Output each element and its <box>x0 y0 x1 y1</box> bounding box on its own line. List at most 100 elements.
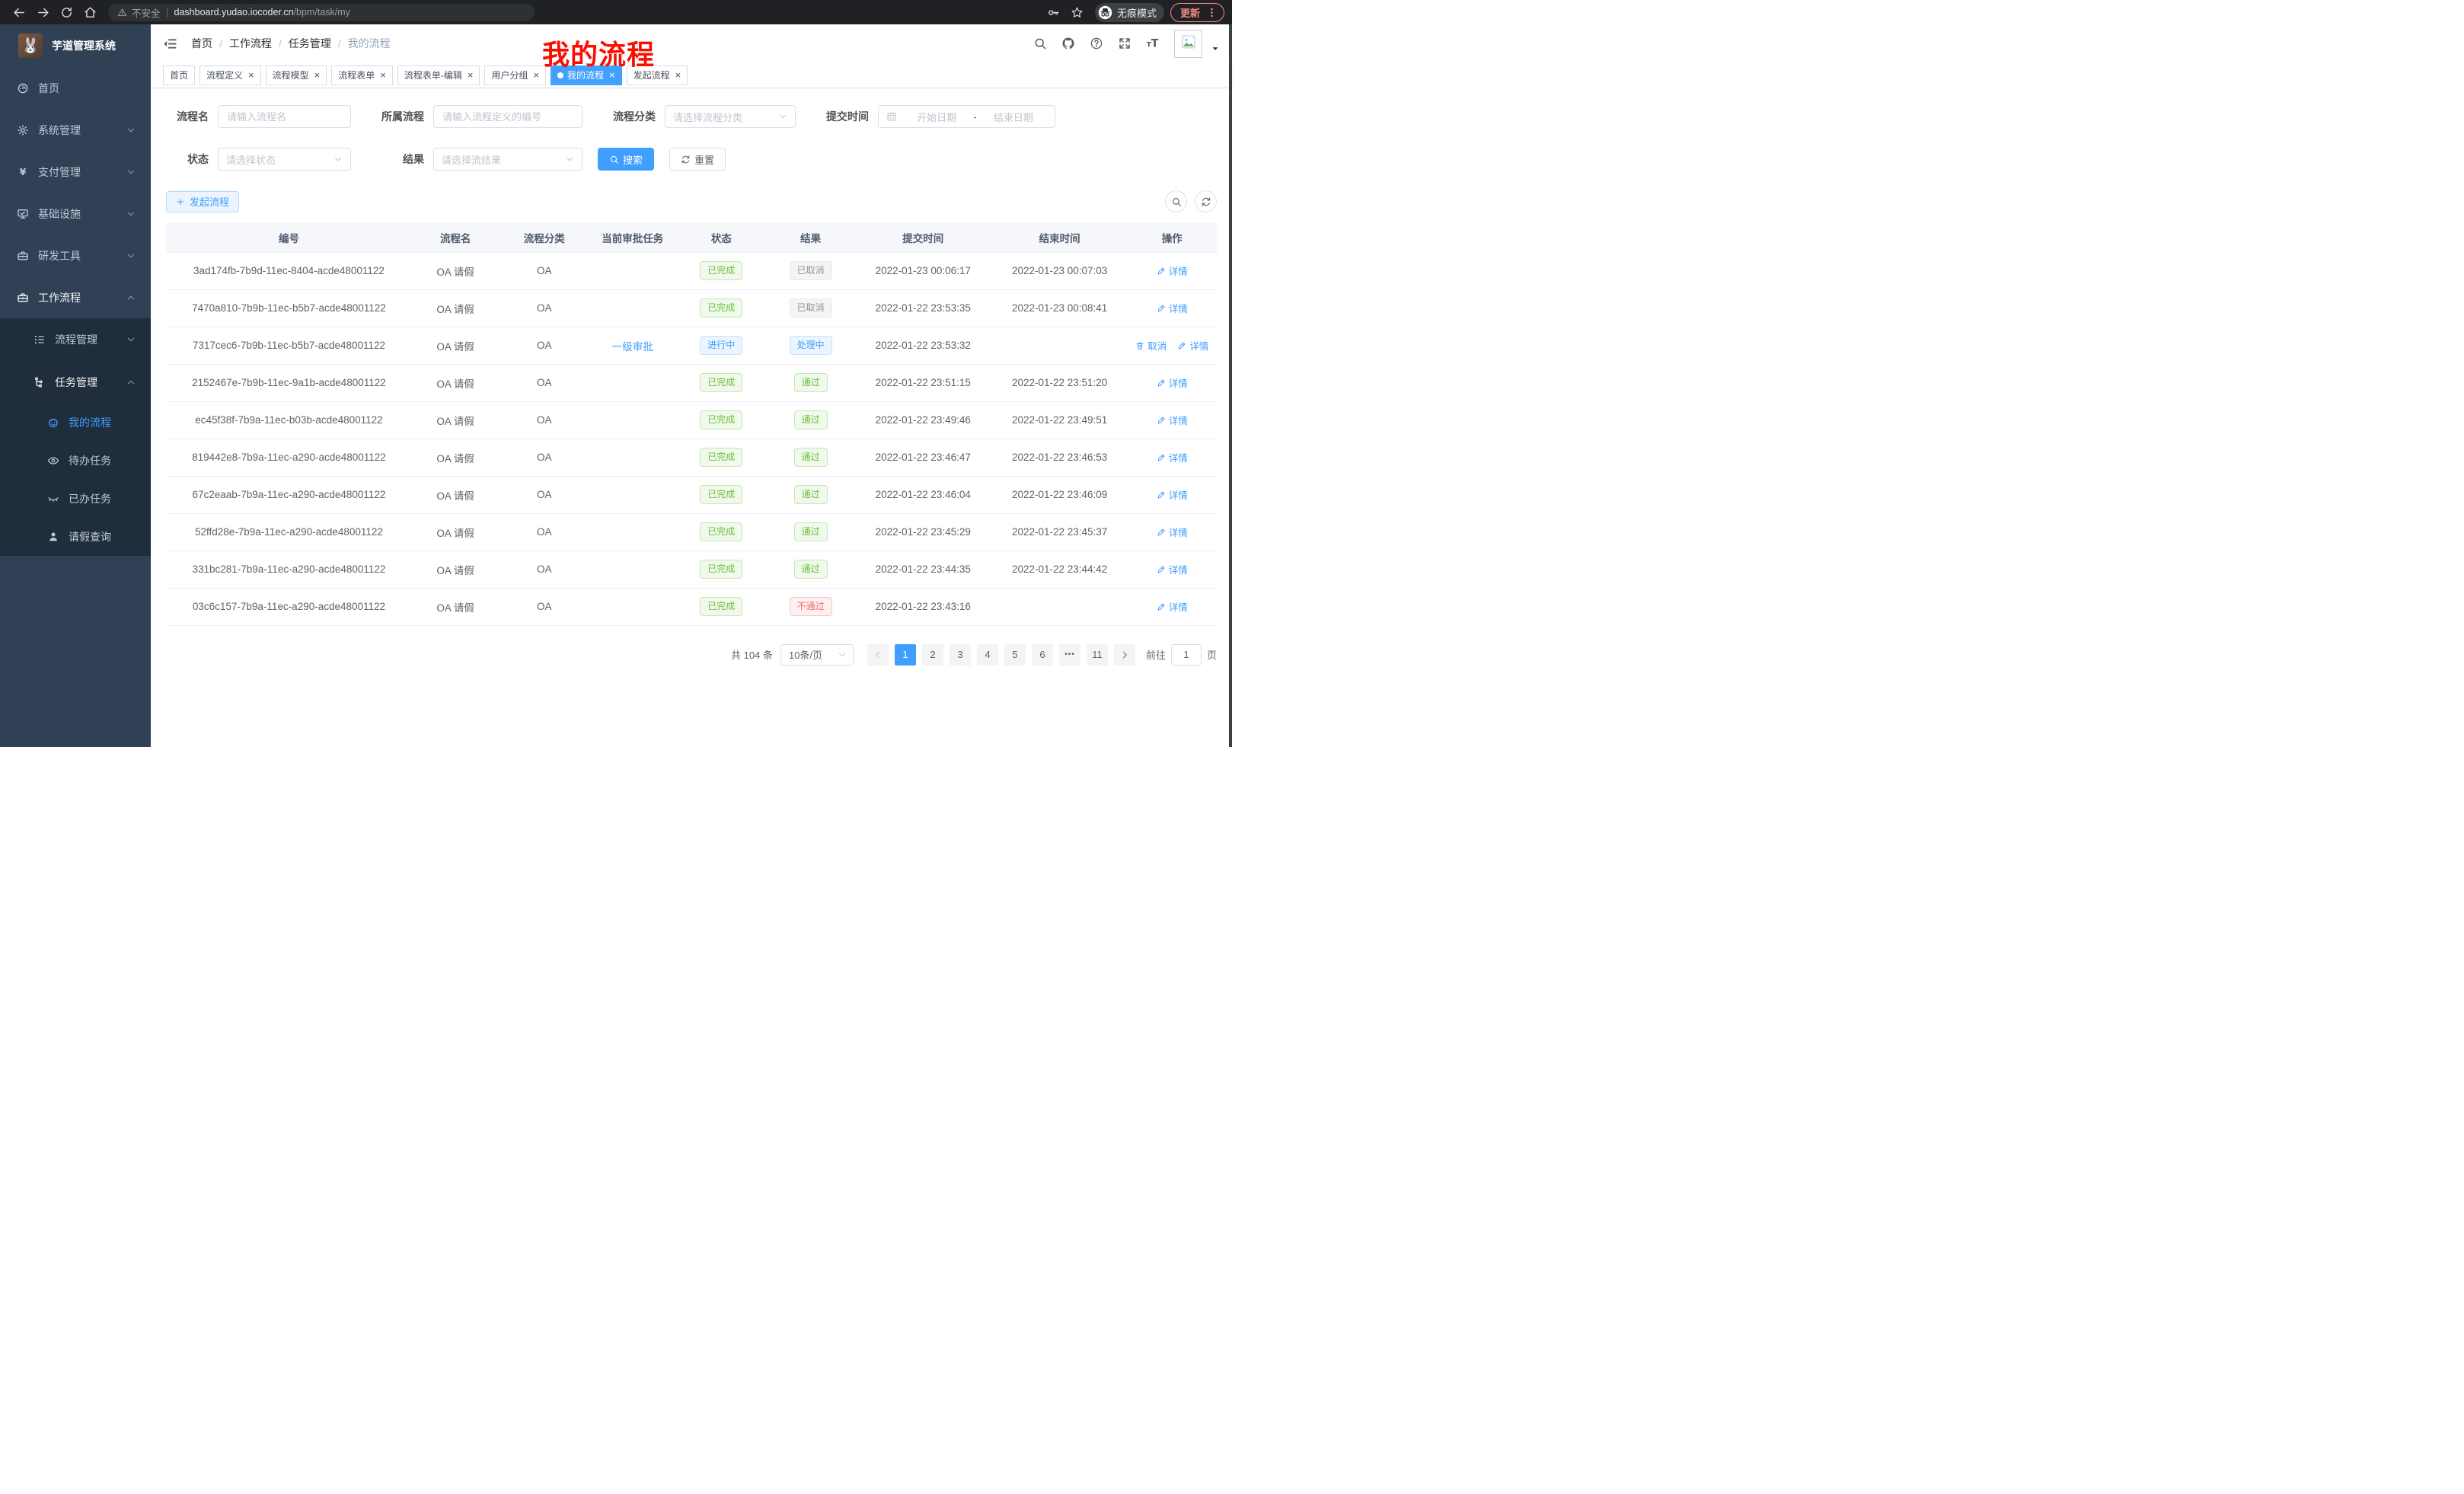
process-name-input[interactable] <box>218 105 351 128</box>
search-button[interactable]: 搜索 <box>598 148 654 171</box>
browser-menu-icon[interactable] <box>1206 7 1218 18</box>
table-row: 819442e8-7b9a-11ec-a290-acde48001122OA 请… <box>166 439 1217 476</box>
pager-page-6[interactable]: 6 <box>1032 644 1053 666</box>
sidebar-item-devtools[interactable]: 研发工具 <box>0 235 151 276</box>
detail-link[interactable]: 详情 <box>1157 450 1188 464</box>
pager-ellipsis[interactable]: ••• <box>1059 644 1080 666</box>
breadcrumb-item-task-mgmt[interactable]: 任务管理 <box>289 36 331 51</box>
trash-icon <box>1135 341 1144 350</box>
user-menu-caret-icon[interactable] <box>1211 44 1220 53</box>
header-search-icon[interactable] <box>1033 37 1047 50</box>
current-task-link[interactable]: 一级审批 <box>612 341 653 353</box>
detail-link[interactable]: 详情 <box>1157 375 1188 390</box>
fullscreen-icon[interactable] <box>1118 37 1131 50</box>
sidebar-item-workflow[interactable]: 工作流程 <box>0 276 151 318</box>
font-size-icon[interactable]: TT <box>1146 37 1160 50</box>
sidebar-item-label: 请假查询 <box>69 529 111 544</box>
pager-prev-button[interactable] <box>867 644 889 666</box>
status-select[interactable]: 请选择状态 <box>218 148 351 171</box>
pager-page-11[interactable]: 11 <box>1087 644 1108 666</box>
sidebar-toggle-icon[interactable] <box>163 37 177 51</box>
tab-process-form[interactable]: 流程表单× <box>331 65 393 85</box>
detail-link[interactable]: 详情 <box>1157 525 1188 539</box>
dashboard-icon <box>17 82 29 94</box>
sidebar-item-process-mgmt[interactable]: 流程管理 <box>0 318 151 361</box>
sidebar-item-leave-query[interactable]: 请假查询 <box>0 518 151 556</box>
tab-close-icon[interactable]: × <box>314 70 321 80</box>
result-select[interactable]: 请选择流结果 <box>433 148 582 171</box>
tab-home[interactable]: 首页 <box>163 65 195 85</box>
filter-label: 结果 <box>366 152 424 167</box>
tab-close-icon[interactable]: × <box>248 70 254 80</box>
process-table-body: 3ad174fb-7b9d-11ec-8404-acde48001122OA 请… <box>166 252 1217 625</box>
action-label: 详情 <box>1169 525 1188 539</box>
table-search-button[interactable] <box>1165 190 1187 212</box>
cell-end-time: 2022-01-23 00:08:41 <box>992 289 1128 327</box>
pager-page-4[interactable]: 4 <box>977 644 998 666</box>
pager-page-1[interactable]: 1 <box>895 644 916 666</box>
chevron-left-icon <box>873 650 883 659</box>
goto-page-input[interactable] <box>1171 644 1202 666</box>
logo-row[interactable]: 🐰 芋道管理系统 <box>0 24 151 67</box>
detail-link[interactable]: 详情 <box>1157 599 1188 614</box>
sidebar-item-home[interactable]: 首页 <box>0 67 151 109</box>
breadcrumb-item-home[interactable]: 首页 <box>191 36 212 51</box>
detail-link[interactable]: 详情 <box>1157 487 1188 502</box>
pager-page-3[interactable]: 3 <box>950 644 971 666</box>
pager-page-2[interactable]: 2 <box>922 644 943 666</box>
detail-link[interactable]: 详情 <box>1177 338 1208 353</box>
col-name: 流程名 <box>412 223 500 252</box>
breadcrumb-item-workflow[interactable]: 工作流程 <box>229 36 272 51</box>
result-badge: 通过 <box>794 522 828 541</box>
tab-process-model[interactable]: 流程模型× <box>266 65 327 85</box>
cell-actions: 详情 <box>1128 252 1217 289</box>
detail-link[interactable]: 详情 <box>1157 562 1188 576</box>
sidebar-item-my-process[interactable]: 我的流程 <box>0 404 151 442</box>
help-icon[interactable] <box>1090 37 1103 50</box>
reset-button[interactable]: 重置 <box>669 148 726 171</box>
address-bar[interactable]: 不安全 dashboard.yudao.iocoder.cn/bpm/task/… <box>108 4 535 21</box>
table-refresh-button[interactable] <box>1195 190 1217 212</box>
face-icon <box>47 417 59 429</box>
chevron-down-icon <box>778 112 787 121</box>
detail-link[interactable]: 详情 <box>1157 301 1188 315</box>
github-icon[interactable] <box>1061 37 1075 50</box>
pager-next-button[interactable] <box>1114 644 1135 666</box>
cell-id: 7470a810-7b9b-11ec-b5b7-acde48001122 <box>166 289 412 327</box>
tab-close-icon[interactable]: × <box>468 70 474 80</box>
sidebar-item-task-mgmt[interactable]: 任务管理 <box>0 361 151 404</box>
category-select[interactable]: 请选择流程分类 <box>665 105 796 128</box>
sidebar-item-todo-tasks[interactable]: 待办任务 <box>0 442 151 480</box>
tab-process-definition[interactable]: 流程定义× <box>199 65 261 85</box>
start-process-button[interactable]: 发起流程 <box>166 191 239 212</box>
table-toolbar: 发起流程 <box>166 190 1217 212</box>
browser-back-icon[interactable] <box>13 6 26 19</box>
pager-page-5[interactable]: 5 <box>1004 644 1026 666</box>
bookmark-star-icon[interactable] <box>1071 6 1084 19</box>
cancel-link[interactable]: 取消 <box>1135 338 1167 353</box>
process-definition-input[interactable] <box>433 105 582 128</box>
detail-link[interactable]: 详情 <box>1157 263 1188 278</box>
tab-user-group[interactable]: 用户分组× <box>484 65 546 85</box>
sidebar-item-system[interactable]: 系统管理 <box>0 109 151 151</box>
page-size-select[interactable]: 10条/页 <box>780 644 854 666</box>
password-key-icon[interactable] <box>1047 6 1060 19</box>
tab-process-form-edit[interactable]: 流程表单-编辑× <box>397 65 480 85</box>
tab-close-icon[interactable]: × <box>533 70 539 80</box>
browser-forward-icon[interactable] <box>37 6 49 19</box>
action-label: 详情 <box>1169 301 1188 315</box>
avatar[interactable] <box>1174 30 1202 58</box>
browser-reload-icon[interactable] <box>60 6 73 19</box>
browser-home-icon[interactable] <box>84 6 97 19</box>
sidebar-item-payment[interactable]: ¥支付管理 <box>0 151 151 193</box>
pencil-icon <box>1157 267 1166 276</box>
browser-update-button[interactable]: 更新 <box>1170 3 1224 22</box>
tab-close-icon[interactable]: × <box>380 70 386 80</box>
detail-link[interactable]: 详情 <box>1157 413 1188 427</box>
cell-end-time: 2022-01-22 23:49:51 <box>992 401 1128 439</box>
tab-close-icon[interactable]: × <box>675 70 681 80</box>
cell-name: OA 请假 <box>412 513 500 551</box>
sidebar-item-done-tasks[interactable]: 已办任务 <box>0 480 151 518</box>
date-range-picker[interactable]: 开始日期 - 结束日期 <box>878 105 1055 128</box>
sidebar-item-infrastructure[interactable]: 基础设施 <box>0 193 151 235</box>
